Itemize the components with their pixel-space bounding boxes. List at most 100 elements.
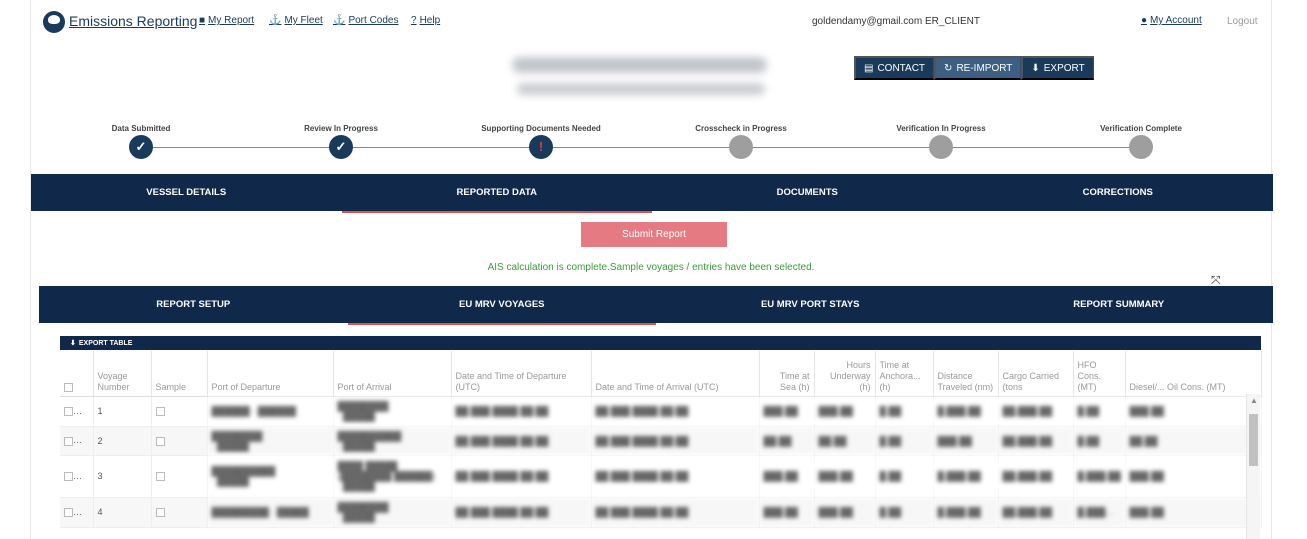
pending-step-icon bbox=[929, 135, 953, 159]
redacted-cell: ██,███.██ bbox=[998, 497, 1074, 528]
report-icon: ■ bbox=[199, 15, 206, 26]
sample-cell bbox=[151, 455, 208, 498]
redacted-cell: ███.██ bbox=[814, 497, 876, 528]
step-label: Verification Complete bbox=[1100, 124, 1182, 133]
step-label: Supporting Documents Needed bbox=[481, 124, 601, 133]
warning-icon: ! bbox=[529, 135, 553, 159]
redacted-cell: ██ ███ ████ ██:██ bbox=[451, 396, 592, 427]
submit-report-button[interactable]: Submit Report bbox=[581, 222, 727, 247]
redacted-cell: █,███.██ bbox=[1073, 455, 1126, 498]
tab-eu-mrv-port-stays[interactable]: EU MRV PORT STAYS bbox=[656, 286, 965, 323]
table-row[interactable]: … 4 █████████ · █████ ████████ · █████ ██… bbox=[60, 497, 1262, 528]
nav-my-fleet[interactable]: ⚓ My Fleet bbox=[269, 15, 323, 26]
id-card-icon: ▤ bbox=[864, 62, 874, 74]
sample-checkbox[interactable] bbox=[155, 436, 165, 446]
main-tabs: VESSEL DETAILS REPORTED DATA DOCUMENTS C… bbox=[31, 174, 1274, 213]
nav-my-report[interactable]: ■ My Report bbox=[199, 15, 254, 26]
nav-port-codes[interactable]: ⚓ Port Codes bbox=[333, 15, 398, 26]
col-time-at-anchorage[interactable]: Time at Anchora... (h) bbox=[875, 351, 934, 397]
voyage-number-cell: 1 bbox=[93, 396, 152, 427]
row-select-cell: … bbox=[60, 455, 94, 498]
reimport-button[interactable]: ↻ RE-IMPORT bbox=[934, 56, 1022, 80]
sub-tabs: REPORT SETUP EU MRV VOYAGES EU MRV PORT … bbox=[39, 286, 1274, 325]
redacted-cell: ██████████ · █████ bbox=[333, 426, 452, 456]
pending-step-icon bbox=[729, 135, 753, 159]
table-row[interactable]: … 1 ██████ · ██████ ████████ · █████ ██ █… bbox=[60, 396, 1262, 427]
sample-checkbox[interactable] bbox=[155, 472, 165, 482]
row-select-cell: … bbox=[60, 396, 94, 427]
scrollbar-thumb[interactable] bbox=[1249, 414, 1258, 466]
export-table-label: EXPORT TABLE bbox=[78, 339, 133, 347]
app-frame: Emissions Reporting ■ My Report ⚓ My Fleet… bbox=[30, 0, 1274, 539]
redacted-cell: ██ ███ ████ ██:██ bbox=[591, 497, 760, 528]
redacted-cell: ███.██ bbox=[1125, 497, 1262, 528]
col-port-arrival[interactable]: Port of Arrival bbox=[333, 351, 452, 397]
col-sample[interactable]: Sample bbox=[151, 351, 208, 397]
export-table-button[interactable]: ⬇ EXPORT TABLE bbox=[60, 336, 1261, 350]
tab-reported-data[interactable]: REPORTED DATA bbox=[341, 174, 653, 213]
button-label: RE-IMPORT bbox=[956, 62, 1013, 74]
progress-line bbox=[141, 147, 1143, 148]
voyage-number-cell: 3 bbox=[93, 455, 152, 498]
col-voyage-number[interactable]: Voyage Number bbox=[93, 351, 152, 397]
brand-link[interactable]: Emissions Reporting bbox=[69, 13, 197, 29]
redacted-cell: ████ █████ (████████ ██████) · █████ bbox=[333, 455, 452, 498]
download-icon: ⬇ bbox=[70, 340, 76, 347]
redacted-cell: █,███.██ bbox=[933, 497, 999, 528]
row-checkbox[interactable] bbox=[64, 407, 73, 417]
col-date-departure[interactable]: Date and Time of Departure (UTC) bbox=[451, 351, 592, 397]
redacted-cell: ██████████ · █████ bbox=[207, 455, 334, 498]
scroll-up-icon[interactable]: ▲ bbox=[1250, 396, 1258, 405]
col-hfo[interactable]: HFO Cons. (MT) bbox=[1073, 351, 1126, 397]
table-row[interactable]: … 2 ████████ · █████ ██████████ · █████ ██… bbox=[60, 426, 1262, 456]
col-date-arrival[interactable]: Date and Time of Arrival (UTC) bbox=[591, 351, 760, 397]
redacted-cell: ██ ███ ████ ██:██ bbox=[451, 426, 592, 456]
logout-link[interactable]: Logout bbox=[1227, 16, 1258, 27]
step-label: Verification In Progress bbox=[896, 124, 986, 133]
tab-vessel-details[interactable]: VESSEL DETAILS bbox=[31, 174, 342, 211]
user-email: goldendamy@gmail.com ER_CLIENT bbox=[812, 16, 980, 27]
tab-report-setup[interactable]: REPORT SETUP bbox=[39, 286, 348, 323]
redacted-cell: ███.██ bbox=[759, 455, 815, 498]
table-scrollbar[interactable]: ▲ bbox=[1246, 394, 1260, 539]
tab-corrections[interactable]: CORRECTIONS bbox=[963, 174, 1274, 211]
nav-help[interactable]: ? Help bbox=[411, 15, 440, 26]
pending-step-icon bbox=[1129, 135, 1153, 159]
voyage-number-cell: 4 bbox=[93, 497, 152, 528]
redacted-cell: ██ ███ ████ ██:██ bbox=[591, 396, 760, 427]
tab-report-summary[interactable]: REPORT SUMMARY bbox=[965, 286, 1274, 323]
step-label: Crosscheck in Progress bbox=[695, 124, 787, 133]
vessel-subtitle-redacted bbox=[517, 83, 765, 95]
account-label: My Account bbox=[1150, 15, 1202, 26]
voyages-table: Voyage Number Sample Port of Departure P… bbox=[60, 351, 1262, 528]
select-all-checkbox[interactable] bbox=[64, 382, 73, 392]
sample-cell bbox=[151, 497, 208, 528]
contact-button[interactable]: ▤ CONTACT bbox=[854, 56, 935, 80]
redacted-cell: ██,███.██ bbox=[998, 426, 1074, 456]
help-icon: ? bbox=[411, 15, 417, 26]
row-checkbox[interactable] bbox=[64, 436, 73, 446]
sample-cell bbox=[151, 396, 208, 427]
export-button[interactable]: ⬇ EXPORT bbox=[1021, 56, 1094, 80]
col-distance[interactable]: Distance Traveled (nm) bbox=[933, 351, 999, 397]
col-cargo[interactable]: Cargo Carried (tons bbox=[998, 351, 1074, 397]
step-label: Review In Progress bbox=[304, 124, 378, 133]
redacted-cell: █.██ bbox=[1073, 426, 1126, 456]
nav-label: Port Codes bbox=[348, 15, 399, 26]
row-checkbox[interactable] bbox=[64, 472, 73, 482]
col-diesel[interactable]: Diesel/... Oil Cons. (MT) bbox=[1125, 351, 1262, 397]
refresh-icon: ↻ bbox=[944, 62, 953, 74]
check-icon: ✓ bbox=[129, 135, 153, 159]
table-header-row: Voyage Number Sample Port of Departure P… bbox=[60, 351, 1262, 397]
tab-documents[interactable]: DOCUMENTS bbox=[652, 174, 963, 211]
table-row[interactable]: … 3 ██████████ · █████ ████ █████ (███████… bbox=[60, 455, 1262, 498]
sample-checkbox[interactable] bbox=[155, 508, 165, 518]
my-account-link[interactable]: ● My Account bbox=[1141, 15, 1202, 26]
col-time-at-sea[interactable]: Time at Sea (h) bbox=[759, 351, 815, 397]
row-checkbox[interactable] bbox=[64, 508, 73, 518]
col-hours-underway[interactable]: Hours Underway (h) bbox=[814, 351, 876, 397]
col-port-departure[interactable]: Port of Departure bbox=[207, 351, 334, 397]
sample-checkbox[interactable] bbox=[155, 407, 165, 417]
tab-eu-mrv-voyages[interactable]: EU MRV VOYAGES bbox=[347, 286, 657, 325]
redacted-cell: ███.██ bbox=[1125, 455, 1262, 498]
